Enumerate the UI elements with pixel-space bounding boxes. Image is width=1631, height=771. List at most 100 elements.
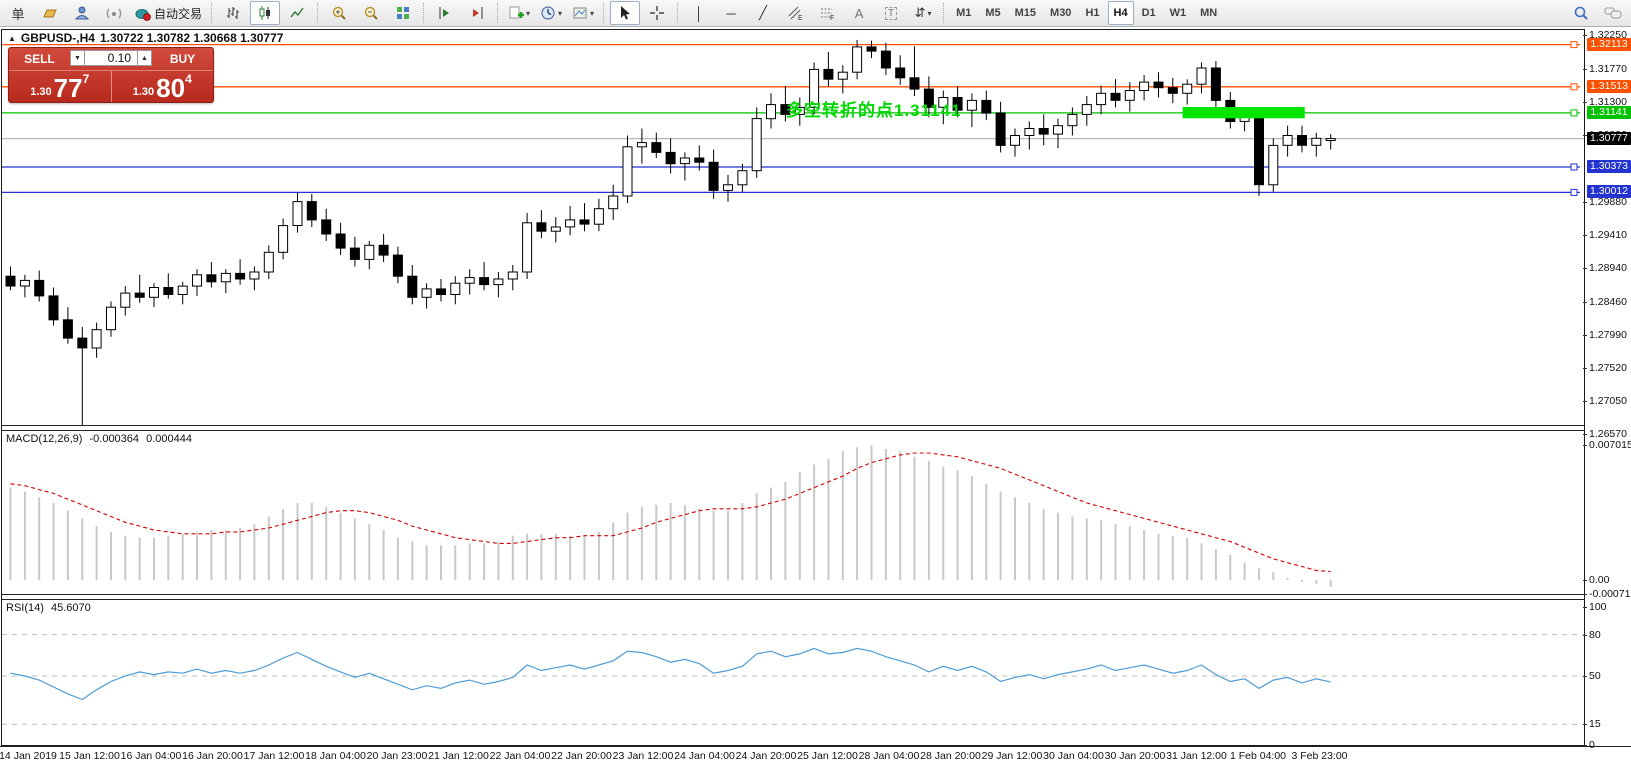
pane-divider[interactable] [2, 594, 1585, 600]
bar-chart-button[interactable] [218, 1, 248, 25]
sell-price-pips: 77 [54, 76, 83, 100]
equidistant-channel-tool[interactable]: E [780, 1, 810, 25]
macd-axis-tick: 0.007015 [1589, 439, 1631, 451]
periods-button[interactable]: ▾ [536, 1, 566, 25]
toolbar-separator [943, 3, 945, 23]
price-level-badge: 1.31513 [1587, 80, 1631, 93]
search-button[interactable] [1566, 1, 1596, 25]
rsi-value: 45.6070 [51, 602, 91, 614]
line-chart-icon [289, 5, 305, 21]
timeframe-m30[interactable]: M30 [1044, 1, 1077, 25]
auto-scroll-button[interactable] [430, 1, 460, 25]
timeframe-h1[interactable]: H1 [1079, 1, 1105, 25]
signals-button[interactable] [99, 1, 129, 25]
bar-chart-icon [225, 5, 241, 21]
rsi-indicator-pane[interactable] [2, 600, 1585, 746]
volume-input[interactable]: 0.10 [85, 50, 137, 66]
new-order-label: 单 [11, 4, 24, 23]
auto-scroll-icon [437, 5, 453, 21]
chart-annotation-text: 多空转折的点1.31141 [786, 96, 962, 121]
timeframe-d1[interactable]: D1 [1136, 1, 1162, 25]
timeframe-m1[interactable]: M1 [950, 1, 977, 25]
buy-price[interactable]: 1.30 80 4 [112, 71, 214, 102]
person-icon [74, 5, 90, 21]
chart-shift-button[interactable] [462, 1, 492, 25]
fibonacci-tool[interactable]: F [812, 1, 842, 25]
new-order-button[interactable]: 单 [3, 1, 33, 25]
rsi-name: RSI(14) [6, 602, 44, 614]
cursor-button[interactable] [610, 1, 640, 25]
dropdown-arrow-icon: ▾ [590, 9, 594, 18]
chart-symbol-label: GBPUSD-,H4 [21, 31, 95, 45]
macd-axis-tick: 0.00 [1589, 574, 1609, 586]
autotrading-button[interactable]: 自动交易 [131, 1, 206, 25]
channel-icon: E [787, 5, 803, 21]
one-click-trading-panel: SELL ▼ 0.10 ▲ BUY 1.30 77 7 1.30 80 4 [8, 47, 214, 103]
chart-profile-button[interactable] [35, 1, 65, 25]
price-axis-tick: 1.27990 [1589, 329, 1627, 341]
time-axis[interactable]: 14 Jan 201915 Jan 12:0016 Jan 04:0016 Ja… [0, 748, 1631, 770]
zoom-in-icon [331, 5, 347, 21]
tile-windows-button[interactable] [388, 1, 418, 25]
zoom-out-button[interactable] [356, 1, 386, 25]
candlestick-icon [257, 5, 273, 21]
main-price-chart[interactable] [2, 31, 1585, 425]
text-label-tool[interactable]: T [876, 1, 906, 25]
macd-label: MACD(12,26,9) -0.000364 0.000444 [6, 433, 196, 445]
community-chat-button[interactable] [1598, 1, 1628, 25]
line-chart-button[interactable] [282, 1, 312, 25]
chart-bottom-border [0, 746, 1631, 747]
arrows-tool[interactable]: ⇵ ▾ [908, 1, 938, 25]
label-tool-icon: T [885, 7, 897, 20]
indicators-button[interactable]: ▾ [504, 1, 534, 25]
price-level-badge: 1.31141 [1587, 106, 1631, 119]
toolbar-separator [603, 3, 605, 23]
sell-price[interactable]: 1.30 77 7 [9, 71, 111, 102]
timeframe-h4[interactable]: H4 [1108, 1, 1134, 25]
market-watch-button[interactable] [67, 1, 97, 25]
dropdown-arrow-icon: ▾ [928, 9, 932, 18]
sell-button[interactable]: SELL [9, 48, 70, 70]
price-axis-tick: 1.31770 [1589, 63, 1627, 75]
buy-button[interactable]: BUY [152, 48, 213, 70]
chart-window: ▲ GBPUSD-,H4 1.30722 1.30782 1.30668 1.3… [0, 28, 1631, 771]
templates-button[interactable]: ▾ [568, 1, 598, 25]
zoom-in-button[interactable] [324, 1, 354, 25]
main-toolbar: 单 自动交易 ▾ ▾ [0, 0, 1631, 27]
toolbar-separator [423, 3, 425, 23]
timeframe-m15[interactable]: M15 [1009, 1, 1042, 25]
trendline-icon: ╱ [759, 5, 767, 21]
search-icon [1573, 5, 1589, 21]
macd-axis-tick: -0.000715 [1589, 588, 1631, 600]
text-tool[interactable]: A [844, 1, 874, 25]
macd-indicator-pane[interactable] [2, 431, 1585, 594]
price-axis[interactable]: 1.322501.317701.313001.308301.298801.294… [1589, 28, 1631, 771]
timeframe-mn[interactable]: MN [1194, 1, 1223, 25]
sell-price-point: 7 [83, 72, 90, 86]
price-axis-tick: 1.28940 [1589, 262, 1627, 274]
volume-decrease-button[interactable]: ▼ [70, 50, 85, 66]
crosshair-icon [649, 5, 665, 21]
candlestick-chart-button[interactable] [250, 1, 280, 25]
pane-divider[interactable] [2, 425, 1585, 431]
collapse-panel-icon[interactable]: ▲ [8, 34, 16, 43]
svg-text:E: E [798, 15, 803, 21]
price-axis-tick: 1.28460 [1589, 296, 1627, 308]
crosshair-button[interactable] [642, 1, 672, 25]
timeframe-w1[interactable]: W1 [1164, 1, 1193, 25]
timeframe-m5[interactable]: M5 [979, 1, 1006, 25]
macd-signal-value: 0.000444 [146, 433, 192, 445]
trendline-tool[interactable]: ╱ [748, 1, 778, 25]
vertical-line-tool[interactable]: │ [684, 1, 714, 25]
template-icon [572, 5, 588, 21]
signal-icon [106, 5, 122, 21]
price-level-badge: 1.30373 [1587, 160, 1631, 173]
dropdown-arrow-icon: ▾ [558, 9, 562, 18]
zoom-out-icon [363, 5, 379, 21]
buy-price-point: 4 [185, 72, 192, 86]
volume-increase-button[interactable]: ▲ [137, 50, 152, 66]
autotrading-label: 自动交易 [154, 5, 202, 22]
chart-ohlc-values: 1.30722 1.30782 1.30668 1.30777 [100, 31, 284, 45]
horizontal-line-tool[interactable]: ─ [716, 1, 746, 25]
toolbar-separator [677, 3, 679, 23]
